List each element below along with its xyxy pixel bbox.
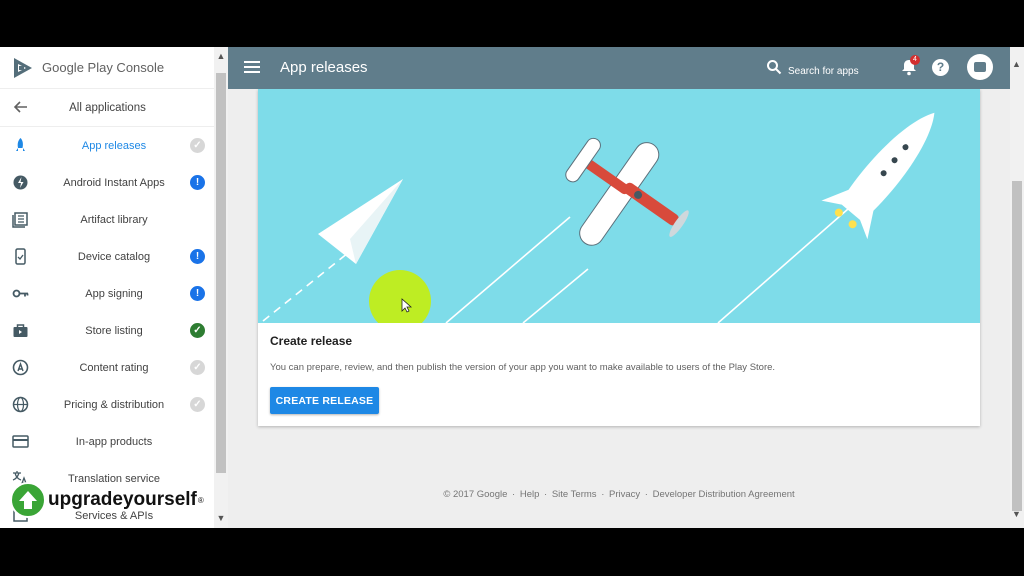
- help-icon[interactable]: ?: [932, 59, 949, 76]
- play-console-logo-icon: [14, 57, 32, 78]
- menu-icon[interactable]: [244, 61, 260, 75]
- watermark-text: upgradeyourself: [48, 489, 197, 510]
- footer-separator: ·: [512, 489, 516, 500]
- footer-separator: ·: [644, 489, 648, 500]
- watermark-registered: ®: [197, 495, 204, 505]
- sidebar-item-android-instant-apps[interactable]: Android Instant Apps !: [0, 164, 227, 201]
- sidebar-item-app-releases[interactable]: App releases ✓: [0, 127, 227, 164]
- back-to-all-applications[interactable]: All applications: [0, 89, 227, 127]
- top-app-bar: App releases 4 ?: [228, 47, 1010, 89]
- footer-link-site-terms[interactable]: Site Terms: [552, 489, 597, 500]
- account-avatar[interactable]: [967, 54, 993, 80]
- logo-text: Google Play Console: [42, 60, 165, 75]
- back-label: All applications: [69, 101, 146, 114]
- upgradeyourself-watermark: upgradeyourself ®: [10, 482, 204, 518]
- footer: © 2017 Google · Help · Site Terms · Priv…: [228, 489, 1010, 500]
- sidebar-item-app-signing[interactable]: App signing !: [0, 275, 227, 312]
- app-window: Google Play Console All applications App…: [0, 47, 1024, 528]
- upload-arrow-logo-icon: [10, 482, 46, 518]
- main-scroll-thumb[interactable]: [1012, 181, 1022, 511]
- card-title: Create release: [270, 334, 353, 348]
- sidebar-item-label: In-app products: [75, 435, 153, 448]
- sidebar-item-in-app-products[interactable]: In-app products: [0, 423, 227, 460]
- status-done-icon: ✓: [190, 397, 205, 412]
- back-arrow-icon[interactable]: [12, 98, 30, 116]
- page-title: App releases: [280, 59, 368, 76]
- scroll-up-icon[interactable]: ▲: [216, 51, 226, 61]
- scroll-down-icon[interactable]: ▼: [216, 513, 226, 523]
- logo-row[interactable]: Google Play Console: [0, 47, 227, 89]
- create-release-card: Create release You can prepare, review, …: [258, 89, 980, 426]
- status-done-icon: ✓: [190, 360, 205, 375]
- scroll-up-icon[interactable]: ▲: [1012, 59, 1021, 69]
- footer-separator: ·: [601, 489, 605, 500]
- card-description: You can prepare, review, and then publis…: [270, 362, 776, 373]
- sidebar-item-artifact-library[interactable]: Artifact library: [0, 201, 227, 238]
- status-attention-icon: !: [190, 249, 205, 264]
- footer-link-help[interactable]: Help: [520, 489, 540, 500]
- sidebar-item-content-rating[interactable]: Content rating ✓: [0, 349, 227, 386]
- notification-count-badge: 4: [910, 55, 920, 65]
- main-scrollbar[interactable]: ▲ ▼: [1010, 47, 1024, 528]
- sidebar-item-pricing-distribution[interactable]: Pricing & distribution ✓: [0, 386, 227, 423]
- create-release-button[interactable]: CREATE RELEASE: [270, 387, 379, 414]
- search-input[interactable]: [788, 62, 898, 80]
- status-attention-icon: !: [190, 286, 205, 301]
- status-done-icon: ✓: [190, 138, 205, 153]
- status-complete-icon: ✓: [190, 323, 205, 338]
- footer-copyright: © 2017 Google: [443, 489, 508, 500]
- sidebar-item-store-listing[interactable]: Store listing ✓: [0, 312, 227, 349]
- sidebar-scrollbar[interactable]: ▲ ▼: [214, 47, 228, 528]
- sidebar-item-device-catalog[interactable]: Device catalog !: [0, 238, 227, 275]
- main-content: Create release You can prepare, review, …: [228, 89, 1010, 528]
- footer-link-privacy[interactable]: Privacy: [609, 489, 640, 500]
- sidebar: Google Play Console All applications App…: [0, 47, 228, 528]
- releases-illustration: [258, 89, 980, 323]
- status-attention-icon: !: [190, 175, 205, 190]
- scroll-down-icon[interactable]: ▼: [1012, 509, 1021, 519]
- sidebar-item-label: Artifact library: [80, 213, 148, 226]
- sidebar-scroll-thumb[interactable]: [216, 73, 226, 473]
- footer-link-dda[interactable]: Developer Distribution Agreement: [653, 489, 795, 500]
- footer-separator: ·: [544, 489, 548, 500]
- search-icon[interactable]: [766, 59, 782, 75]
